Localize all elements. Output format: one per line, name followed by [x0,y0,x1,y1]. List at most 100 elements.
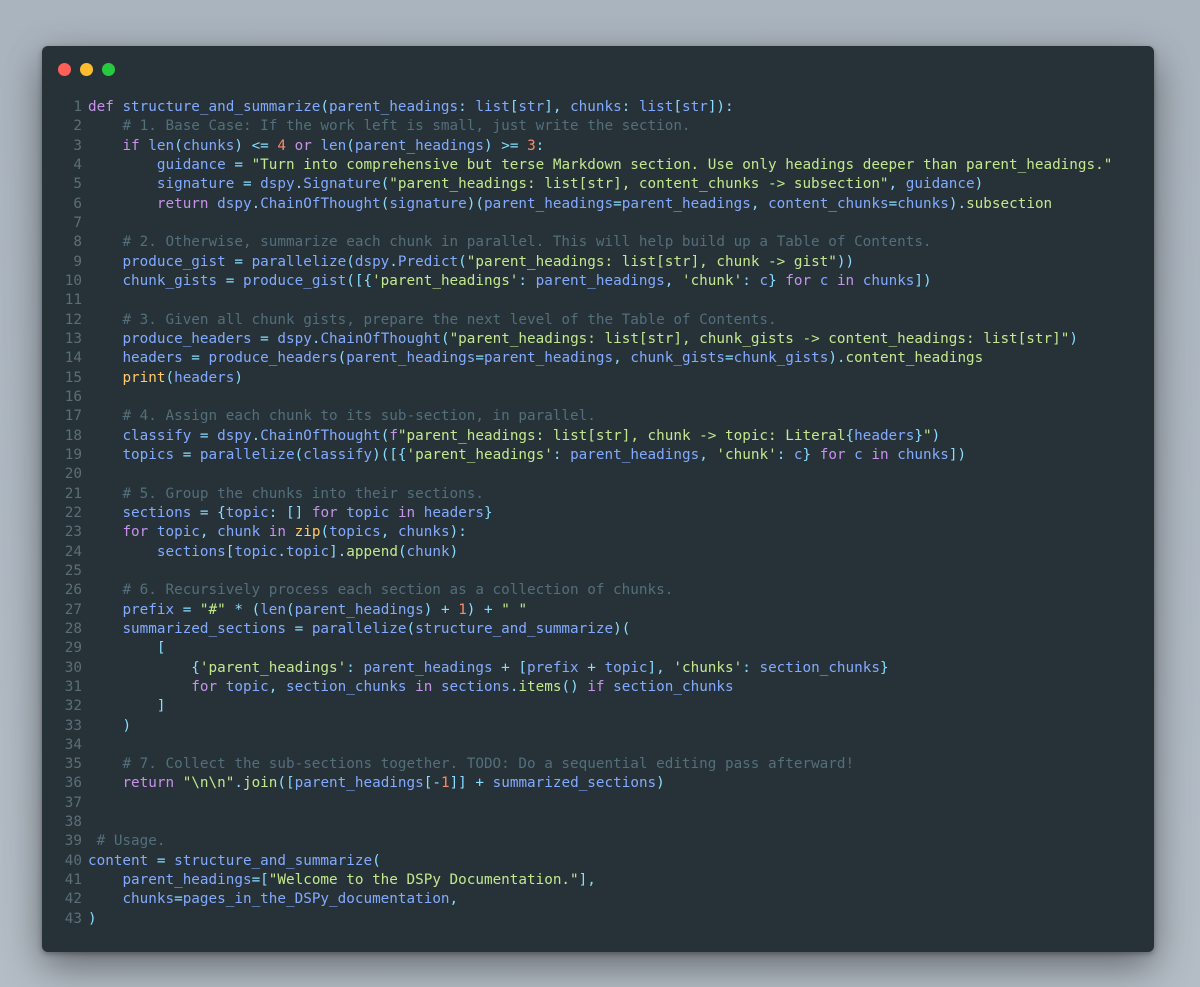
code-token: ( [320,524,330,541]
code-line: 42 chunks=pages_in_the_DSPy_documentatio… [42,890,1154,909]
code-line: 24 sections[topic.topic].append(chunk) [42,543,1154,562]
code-line: 13 produce_headers = dspy.ChainOfThought… [42,330,1154,349]
code-token: len [148,137,175,154]
code-token: 4 [277,137,287,154]
code-token: , [888,176,906,193]
line-number: 23 [64,524,82,541]
code-token: ( [294,446,304,463]
code-line: 23 for topic, chunk in zip(topics, chunk… [42,523,1154,542]
line-number: 15 [64,369,82,386]
line-source: prefix = "#" * (len(parent_headings) + 1… [88,601,527,620]
code-token: ChainOfThought [260,427,381,444]
line-number: 25 [64,562,82,579]
code-token: ([{ [346,272,373,289]
code-token: . [294,176,304,193]
line-source: ] [88,697,166,716]
code-line: 43) [42,910,1154,929]
code-token: or [286,137,321,154]
code-line: 21 # 5. Group the chunks into their sect… [42,485,1154,504]
code-token: topic [604,659,648,676]
code-token: dspy [217,427,252,444]
line-number: 21 [64,485,82,502]
close-dot-icon[interactable] [58,63,71,76]
line-source: [ [88,639,166,658]
code-token: chunk [217,524,269,541]
minimize-dot-icon[interactable] [80,63,93,76]
line-source: guidance = "Turn into comprehensive but … [88,156,1112,175]
code-token: content [88,852,149,869]
code-token: return [122,775,183,792]
line-source: chunks=pages_in_the_DSPy_documentation, [88,890,458,909]
code-token: = [174,891,183,908]
code-token: } [879,659,889,676]
code-token: " [923,427,932,444]
code-token: . [251,195,261,212]
code-token: 'chunk' [681,272,743,289]
code-token: for [122,524,157,541]
line-number: 31 [64,678,82,695]
code-line: 9 produce_gist = parallelize(dspy.Predic… [42,253,1154,272]
line-source: def structure_and_summarize(parent_headi… [88,98,734,117]
code-token: ], [578,872,596,889]
code-token: in [397,504,424,521]
code-line: 1 def structure_and_summarize(parent_head… [42,98,1154,117]
code-editor[interactable]: 1 def structure_and_summarize(parent_head… [42,98,1154,929]
code-token: # 7. Collect the sub-sections together. … [122,756,855,773]
code-token: ( [251,601,261,618]
line-source: summarized_sections = parallelize(struct… [88,620,630,639]
line-source: for topic, chunk in zip(topics, chunks): [88,523,466,542]
code-token: ) [484,137,502,154]
code-token: parent_headings [363,659,493,676]
code-token: . [251,427,261,444]
code-line: 38 [42,813,1154,832]
code-token: = [191,427,218,444]
code-token: guidance [905,176,975,193]
line-number: 11 [64,292,82,309]
code-token: ]. [329,543,347,560]
code-token: content_headings [845,350,984,367]
code-token: } [768,272,786,289]
line-number: 9 [73,253,82,270]
line-number: 19 [64,446,82,463]
code-token: in [268,524,295,541]
line-number: 14 [64,350,82,367]
line-source: signature = dspy.Signature("parent_headi… [88,175,983,194]
code-token: content_chunks [768,195,889,212]
code-token: ) [931,427,941,444]
code-token: = [182,350,209,367]
code-token: ) [88,910,97,927]
code-line: 33 ) [42,717,1154,736]
line-number: 43 [64,910,82,927]
code-token: + [578,659,605,676]
code-token: topic [225,678,269,695]
maximize-dot-icon[interactable] [102,63,115,76]
code-line: 15 print(headers) [42,369,1154,388]
code-token: 1 [440,775,450,792]
line-number: 38 [64,814,82,831]
code-line: 12 # 3. Given all chunk gists, prepare t… [42,311,1154,330]
code-token: : [535,137,545,154]
code-line: 37 [42,794,1154,813]
code-token: 'parent_headings' [372,272,519,289]
code-line: 29 [ [42,639,1154,658]
code-line: 19 topics = parallelize(classify)([{'par… [42,446,1154,465]
code-token: 'parent_headings' [406,446,553,463]
line-number: 42 [64,891,82,908]
code-token: produce_gist [122,253,226,270]
code-token: 1 [458,601,467,618]
code-token: headers [174,369,235,386]
code-token: if [122,137,149,154]
code-token: dspy [217,195,252,212]
code-token: c [819,272,837,289]
